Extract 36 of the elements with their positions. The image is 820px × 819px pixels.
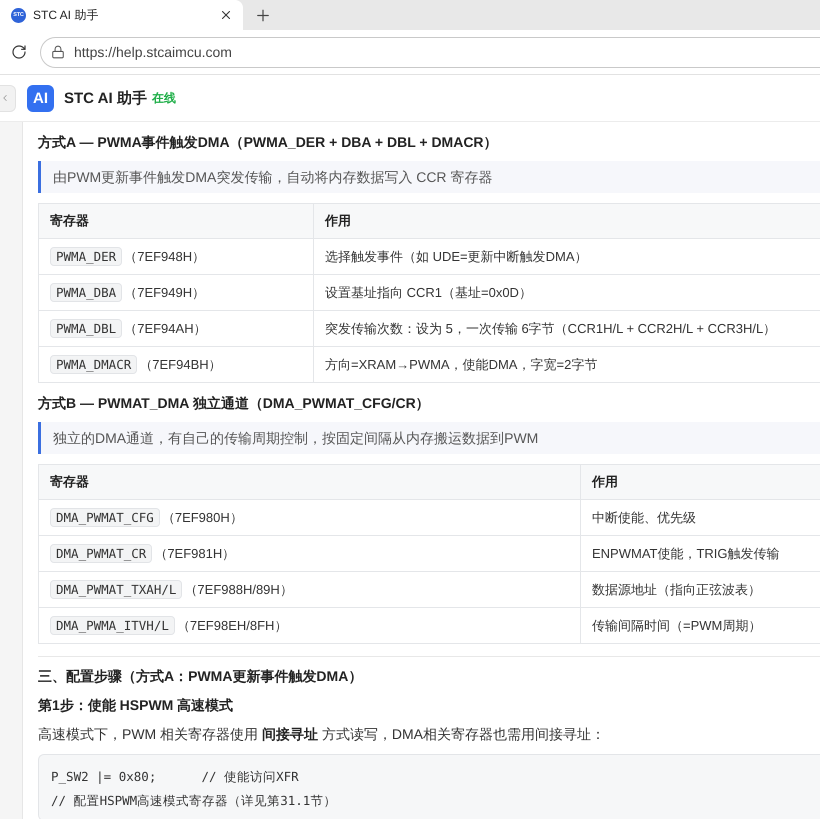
section-heading: 第1步：使能 HSPWM 高速模式 [38,696,234,715]
register-code: DMA_PWMAT_CR [50,544,152,562]
register-code: DMA_PWMAT_CFG [50,508,160,526]
register-address: （7EF949H） [124,284,206,300]
table-header-cell: 寄存器 [38,204,314,238]
address-field[interactable]: https://help.stcaimcu.com [40,36,820,68]
close-icon [219,8,233,22]
section-heading: 方式A — PWMA事件触发DMA（PWMA_DER + DBA + DBL + DMACR） [38,133,498,152]
table-header-cell: 寄存器 [38,464,580,500]
register-address: （7EF981H） [154,546,236,560]
note-callout: 独立的DMA通道，有自己的传输周期控制，按固定间隔从内存搬运数据到PWM [38,422,820,454]
register-code: PWMA_DMACR [50,354,138,374]
section-heading: 方式B — PWMAT_DMA 独立通道（DMA_PWMAT_CFG/CR） [38,394,430,413]
register-address: （7EF98EH/8FH） [176,618,288,632]
register-address: （7EF948H） [124,248,206,264]
table-header-cell: 作用 [580,464,820,500]
code-line: // 配置HSPWM高速模式寄存器（详见第31.1节） [51,792,338,810]
body-text: 高速模式下，PWM 相关寄存器使用 间接寻址 方式读写，DMA相关寄存器也需用间接寻址： [38,725,605,744]
register-code: DMA_PWMA_ITVH/L [50,616,175,634]
register-address: （7EF94AH） [124,320,207,336]
app-logo: AI [27,84,54,112]
note-callout: 由PWM更新事件触发DMA突发传输，自动将内存数据写入 CCR 寄存器 [38,161,820,193]
reload-icon [11,44,27,60]
register-code: DMA_PWMAT_TXAH/L [50,580,182,598]
section-heading: 三、配置步骤（方式A：PWMA更新事件触发DMA） [38,667,362,686]
lock-icon [51,45,65,59]
register-code: PWMA_DBL [50,318,122,338]
status-label: 在线 [152,90,176,106]
code-line: P_SW2 |= 0x80; // 使能访问XFR [51,768,300,786]
app-title: STC AI 助手 [64,88,147,108]
register-address: （7EF94BH） [139,356,222,372]
register-code: PWMA_DBA [50,282,122,302]
register-code: PWMA_DER [50,246,122,266]
register-address: （7EF988H/89H） [184,582,293,596]
table-header-cell: 作用 [314,204,820,238]
register-address: （7EF980H） [162,510,243,524]
